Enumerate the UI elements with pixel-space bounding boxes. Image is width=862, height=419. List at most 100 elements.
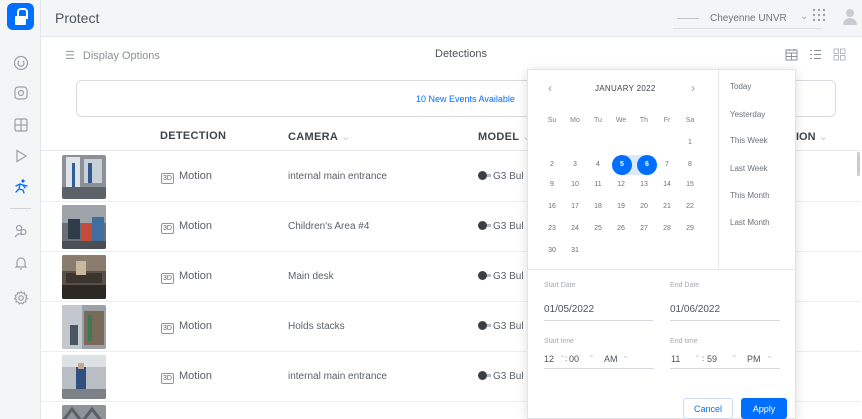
bell-icon[interactable] [13,255,29,271]
apps-grid-icon[interactable] [811,7,827,23]
camera-model: G3 Bul [478,171,524,182]
start-period-select[interactable]: AM [604,354,618,364]
weekday-label: We [615,117,627,124]
quick-range-today[interactable]: Today [730,82,751,91]
motion-icon: 3D [161,373,174,384]
protect-logo-icon[interactable] [7,3,34,30]
calendar-day[interactable]: 25 [588,219,608,239]
calendar-day[interactable]: 17 [565,197,585,217]
user-avatar-icon[interactable] [843,9,857,26]
quick-range-this-week[interactable]: This Week [730,136,768,145]
end-hour-input[interactable]: 11 [671,354,680,364]
column-detection[interactable]: DETECTION [160,130,226,142]
scrollbar[interactable] [857,152,860,176]
end-minute-input[interactable]: 59 [707,354,717,364]
detection-label: Motion [179,220,213,232]
detection-type: 3D Motion [161,370,212,384]
camera-model: G3 Bul [478,271,524,282]
multiview-icon[interactable] [13,117,29,133]
new-events-link[interactable]: 10 New Events Available [416,94,515,104]
display-options-label: Display Options [82,50,160,62]
calendar-day[interactable]: 27 [634,219,654,239]
quick-range-this-month[interactable]: This Month [730,191,770,200]
calendar-day[interactable]: 14 [657,175,677,195]
calendar-day[interactable]: 1 [680,133,700,153]
bullet-camera-icon [478,171,491,180]
camera-icon[interactable] [13,85,29,101]
stepper-icon[interactable]: ⌃ [588,354,595,363]
calendar-day[interactable]: 12 [611,175,631,195]
camera-model-label: G3 Bul [493,321,524,332]
calendar-day[interactable]: 4 [588,155,608,175]
calendar-day[interactable]: 22 [680,197,700,217]
camera-model-label: G3 Bul [493,171,524,182]
calendar-month: JANUARY 2022 [595,84,656,93]
calendar-day-range-end[interactable]: 6 [637,155,657,175]
camera-name: internal main entrance [288,171,387,182]
weekday-label: Fr [663,117,671,124]
start-time-underline [544,368,654,369]
weekday-label: Th [639,117,649,124]
calendar-day[interactable]: 13 [634,175,654,195]
dashboard-icon[interactable] [13,55,29,71]
calendar-day[interactable]: 10 [565,175,585,195]
event-thumbnail[interactable] [62,355,106,399]
end-period-select[interactable]: PM [747,354,761,364]
calendar-day[interactable]: 31 [565,241,585,261]
weekday-label: Mo [570,117,580,124]
previous-month-icon[interactable]: ‹ [548,81,552,95]
event-thumbnail[interactable] [62,155,106,199]
calendar-day[interactable]: 18 [588,197,608,217]
calendar-icon[interactable] [785,48,798,61]
calendar-day[interactable]: 15 [680,175,700,195]
calendar-day[interactable]: 9 [542,175,562,195]
users-icon[interactable] [13,223,29,239]
calendar-day[interactable]: 3 [565,155,585,175]
column-partial[interactable]: ION ⌄ [796,130,828,143]
event-thumbnail[interactable] [62,305,106,349]
camera-model: G3 Bul [478,221,524,232]
calendar-day[interactable]: 28 [657,219,677,239]
start-date-input[interactable]: 01/05/2022 [544,304,594,315]
cancel-button[interactable]: Cancel [683,398,733,419]
calendar-day[interactable]: 11 [588,175,608,195]
calendar-day[interactable]: 7 [657,155,677,175]
quick-range-last-month[interactable]: Last Month [730,218,770,227]
detections-icon[interactable] [13,178,29,194]
calendar-day[interactable]: 16 [542,197,562,217]
display-options-button[interactable]: ☰ Display Options [65,49,160,62]
list-view-icon[interactable] [809,48,822,61]
start-hour-input[interactable]: 12 [544,354,554,364]
console-selector[interactable]: Cheyenne UNVR ⌄ [673,8,822,29]
quick-range-last-week[interactable]: Last Week [730,164,768,173]
column-camera[interactable]: CAMERA ⌄ [288,130,351,143]
quick-range-yesterday[interactable]: Yesterday [730,110,765,119]
start-minute-input[interactable]: 00 [569,354,579,364]
app-title: Protect [55,10,100,26]
grid-view-icon[interactable] [833,48,846,61]
play-icon[interactable] [13,148,29,164]
calendar-day[interactable]: 21 [657,197,677,217]
settings-icon[interactable] [13,290,29,306]
calendar-day-range-start[interactable]: 5 [612,155,632,175]
event-thumbnail[interactable] [62,405,106,419]
detection-type: 3D Motion [161,170,212,184]
event-thumbnail[interactable] [62,205,106,249]
calendar-day[interactable]: 26 [611,219,631,239]
calendar-day[interactable]: 2 [542,155,562,175]
stepper-icon[interactable]: ⌃ [731,354,738,363]
calendar-day[interactable]: 30 [542,241,562,261]
calendar-day[interactable]: 20 [634,197,654,217]
stepper-icon[interactable]: ⌃ [694,354,701,363]
calendar-day[interactable]: 24 [565,219,585,239]
next-month-icon[interactable]: › [691,81,695,95]
column-model[interactable]: MODEL⌄ [478,130,532,143]
calendar-day[interactable]: 23 [542,219,562,239]
event-thumbnail[interactable] [62,255,106,299]
calendar-day[interactable]: 8 [680,155,700,175]
end-date-input[interactable]: 01/06/2022 [670,304,720,315]
calendar-day[interactable]: 29 [680,219,700,239]
calendar-day[interactable]: 19 [611,197,631,217]
detection-type: 3D Motion [161,270,212,284]
apply-button[interactable]: Apply [741,398,787,419]
